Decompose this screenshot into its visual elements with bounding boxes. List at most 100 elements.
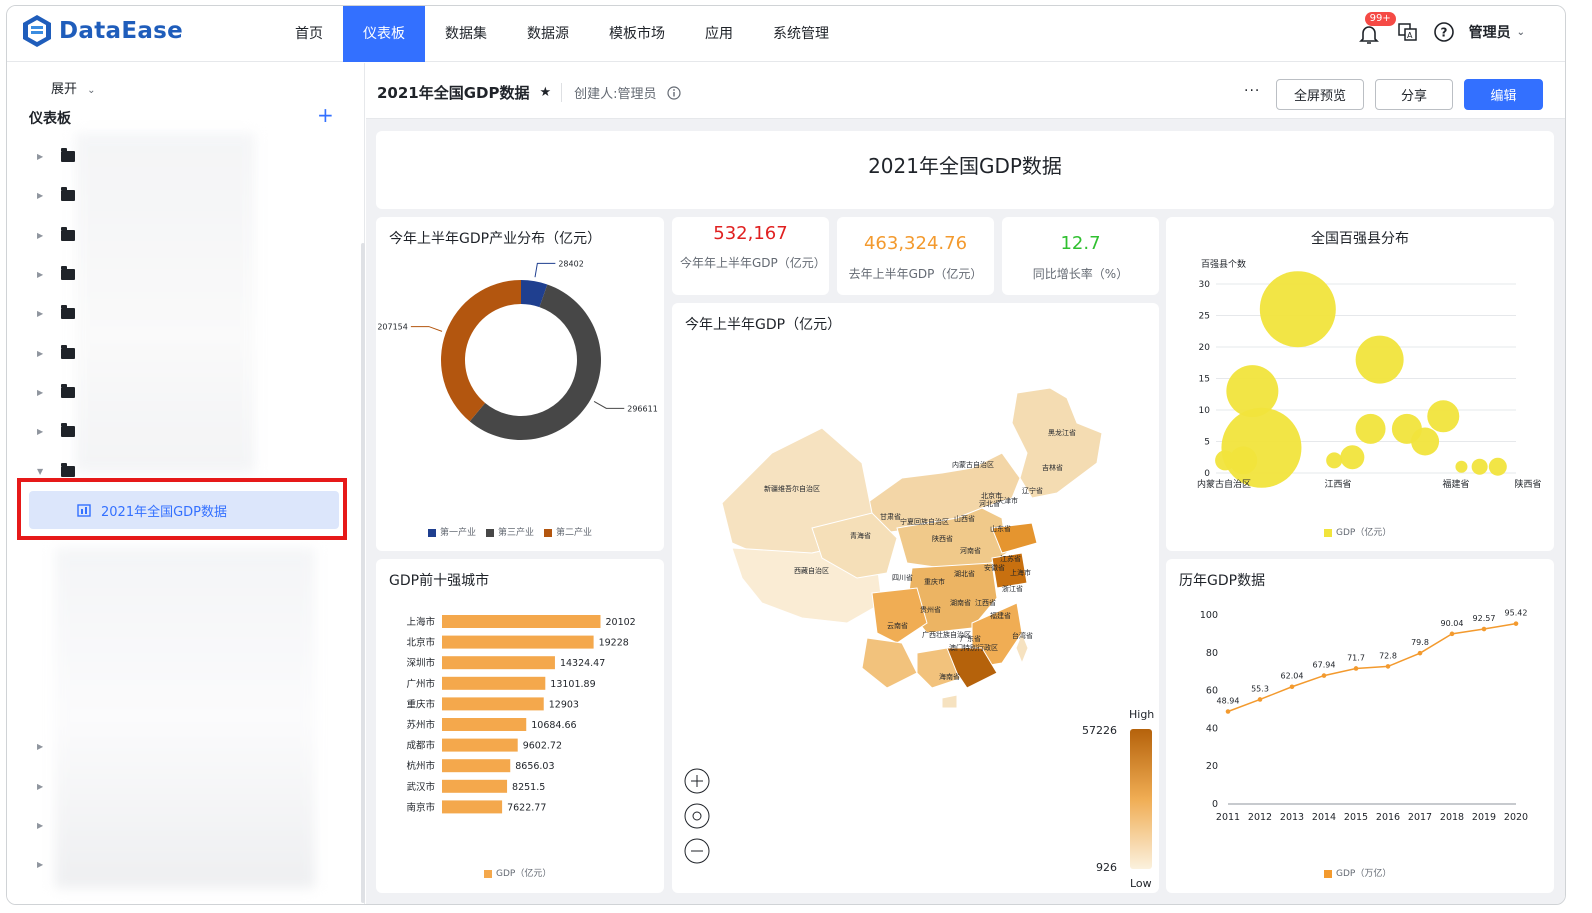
x-tick-label: 陕西省 [1514,478,1541,490]
tree-folder[interactable]: ▶ [37,146,75,166]
notification-button[interactable]: 99+ [1358,12,1396,44]
nav-datasources[interactable]: 数据源 [507,6,589,62]
expand-toggle[interactable]: 展开 ⌄ [51,78,96,97]
blurred-region [75,133,255,473]
line-chart: 0 20 40 60 80 100 48.94 2011 55.3 2012 62.04 2013 67… [1200,609,1528,823]
x-tick-label: 2019 [1472,812,1496,823]
folder-icon [61,462,75,477]
brand-logo[interactable]: DataEase [21,14,183,48]
tree-folder[interactable]: ▶ [37,185,75,205]
bar-category-label: 深圳市 [406,657,435,669]
bar-category-label: 北京市 [406,637,435,649]
bubble [1221,407,1302,488]
line-point [1513,621,1519,626]
map-label: 河南省 [960,546,981,555]
help-icon[interactable]: ? [1433,21,1455,43]
tree-folder[interactable]: ▶ [37,343,75,363]
x-tick-label: 2020 [1504,812,1528,823]
edit-button[interactable]: 编辑 [1464,79,1543,110]
zoom-in-icon[interactable] [684,768,710,794]
donut-leader-line [534,262,556,278]
line-series [1227,622,1517,713]
nav-system[interactable]: 系统管理 [753,6,849,62]
tree-folder[interactable]: ▶ [37,854,45,874]
top-right-tools: 99+ A ? 管理员 ⌄ [1358,12,1525,44]
bar [442,615,601,628]
tree-folder[interactable]: ▶ [37,264,75,284]
nav-template-market[interactable]: 模板市场 [589,6,685,62]
map-label: 湖南省 [950,598,971,607]
bar-value-label: 10684.66 [531,720,576,731]
caret-down-icon: ▼ [37,466,44,476]
tree-folder[interactable]: ▶ [37,421,75,441]
china-map: 黑龙江省 吉林省 辽宁省 内蒙古自治区 新疆维吾尔自治区 北京市 河北省 天津市… [684,387,1154,890]
notification-badge: 99+ [1364,12,1396,26]
user-menu[interactable]: 管理员 ⌄ [1469,22,1525,42]
tree-folder[interactable]: ▶ [37,776,45,796]
map-card: 今年上半年GDP（亿元） 黑龙江省 吉林省 辽宁省 内蒙古自治区 新疆维吾尔自治… [672,303,1159,893]
map-label: 广东省 [960,634,981,643]
donut-chart-card: 今年上半年GDP产业分布（亿元） 28402 296611 207154 第一产业 … [376,217,664,551]
kpi-value: 12.7 [1060,233,1101,254]
sidebar-section-title: 仪表板 [29,111,71,127]
language-icon[interactable]: A [1397,21,1419,43]
fullscreen-preview-button[interactable]: 全屏预览 [1276,79,1364,110]
tree-folder[interactable]: ▶ [37,303,75,323]
tree-folder[interactable]: ▶ [37,225,75,245]
nav-dashboard[interactable]: 仪表板 [343,6,425,62]
kpi-card-current: 532,167 今年年上半年GDP（亿元） [672,217,829,295]
more-options-button[interactable]: ··· [1244,83,1260,99]
caret-right-icon: ▶ [37,741,44,751]
top-navbar: DataEase 首页 仪表板 数据集 数据源 模板市场 应用 系统管理 99+… [7,6,1565,62]
legend-item: GDP（万亿） [1324,866,1391,879]
donut-leader-line [593,400,625,409]
map-label: 江西省 [975,598,996,607]
line-data-label: 62.04 [1281,672,1304,681]
kpi-card-lastyear: 463,324.76 去年上半年GDP（亿元） [837,217,994,295]
bar-category-label: 上海市 [406,616,435,628]
map-label: 台湾省 [1012,631,1033,640]
bubble-chart-title: 全国百强县分布 [1311,231,1409,247]
tree-folder[interactable]: ▶ [37,736,45,756]
map-label: 青海省 [850,531,871,540]
map-label: 云南省 [887,621,908,630]
bubble [1427,400,1460,433]
add-dashboard-icon[interactable]: + [317,103,334,127]
zoom-out-icon[interactable] [684,838,710,864]
share-button[interactable]: 分享 [1375,79,1453,110]
y-tick-label: 40 [1206,723,1218,734]
bar [442,676,546,690]
donut-data-label: 28402 [558,259,583,268]
map-label: 上海市 [1010,568,1031,577]
nav-home[interactable]: 首页 [275,6,343,62]
reset-view-icon[interactable] [684,803,710,829]
creator-label: 创建人:管理员 [561,83,657,102]
tree-folder[interactable]: ▶ [37,382,75,402]
star-icon[interactable]: ★ [540,85,552,100]
app-window: DataEase 首页 仪表板 数据集 数据源 模板市场 应用 系统管理 99+… [6,5,1566,905]
bar-value-label: 7622.77 [507,802,546,813]
map-label: 湖北省 [954,569,975,578]
folder-icon [61,186,75,201]
bar-value-label: 14324.47 [560,658,605,669]
bar-value-label: 8251.5 [512,782,545,793]
map-label: 重庆市 [924,577,945,586]
nav-datasets[interactable]: 数据集 [425,6,507,62]
folder-icon [61,226,75,241]
caret-right-icon: ▶ [37,426,44,436]
line-point [1257,697,1263,702]
sidebar-scrollbar[interactable] [361,243,365,903]
brand-name: DataEase [59,18,184,44]
sidebar-item-gdp-dashboard[interactable]: 2021年全国GDP数据 [29,491,339,529]
x-tick-label: 2011 [1216,812,1240,823]
info-icon[interactable] [666,85,681,100]
folder-icon [61,304,75,319]
line-point [1385,664,1391,669]
kpi-label: 同比增长率（%） [1032,267,1129,281]
line-chart-card: 历年GDP数据 0 20 40 60 80 100 48.94 2011 55.3 2012 62.… [1166,559,1554,893]
nav-apps[interactable]: 应用 [685,6,753,62]
bell-icon [1358,26,1379,44]
caret-right-icon: ▶ [37,348,44,358]
tree-folder[interactable]: ▶ [37,815,45,835]
bar [442,697,544,711]
